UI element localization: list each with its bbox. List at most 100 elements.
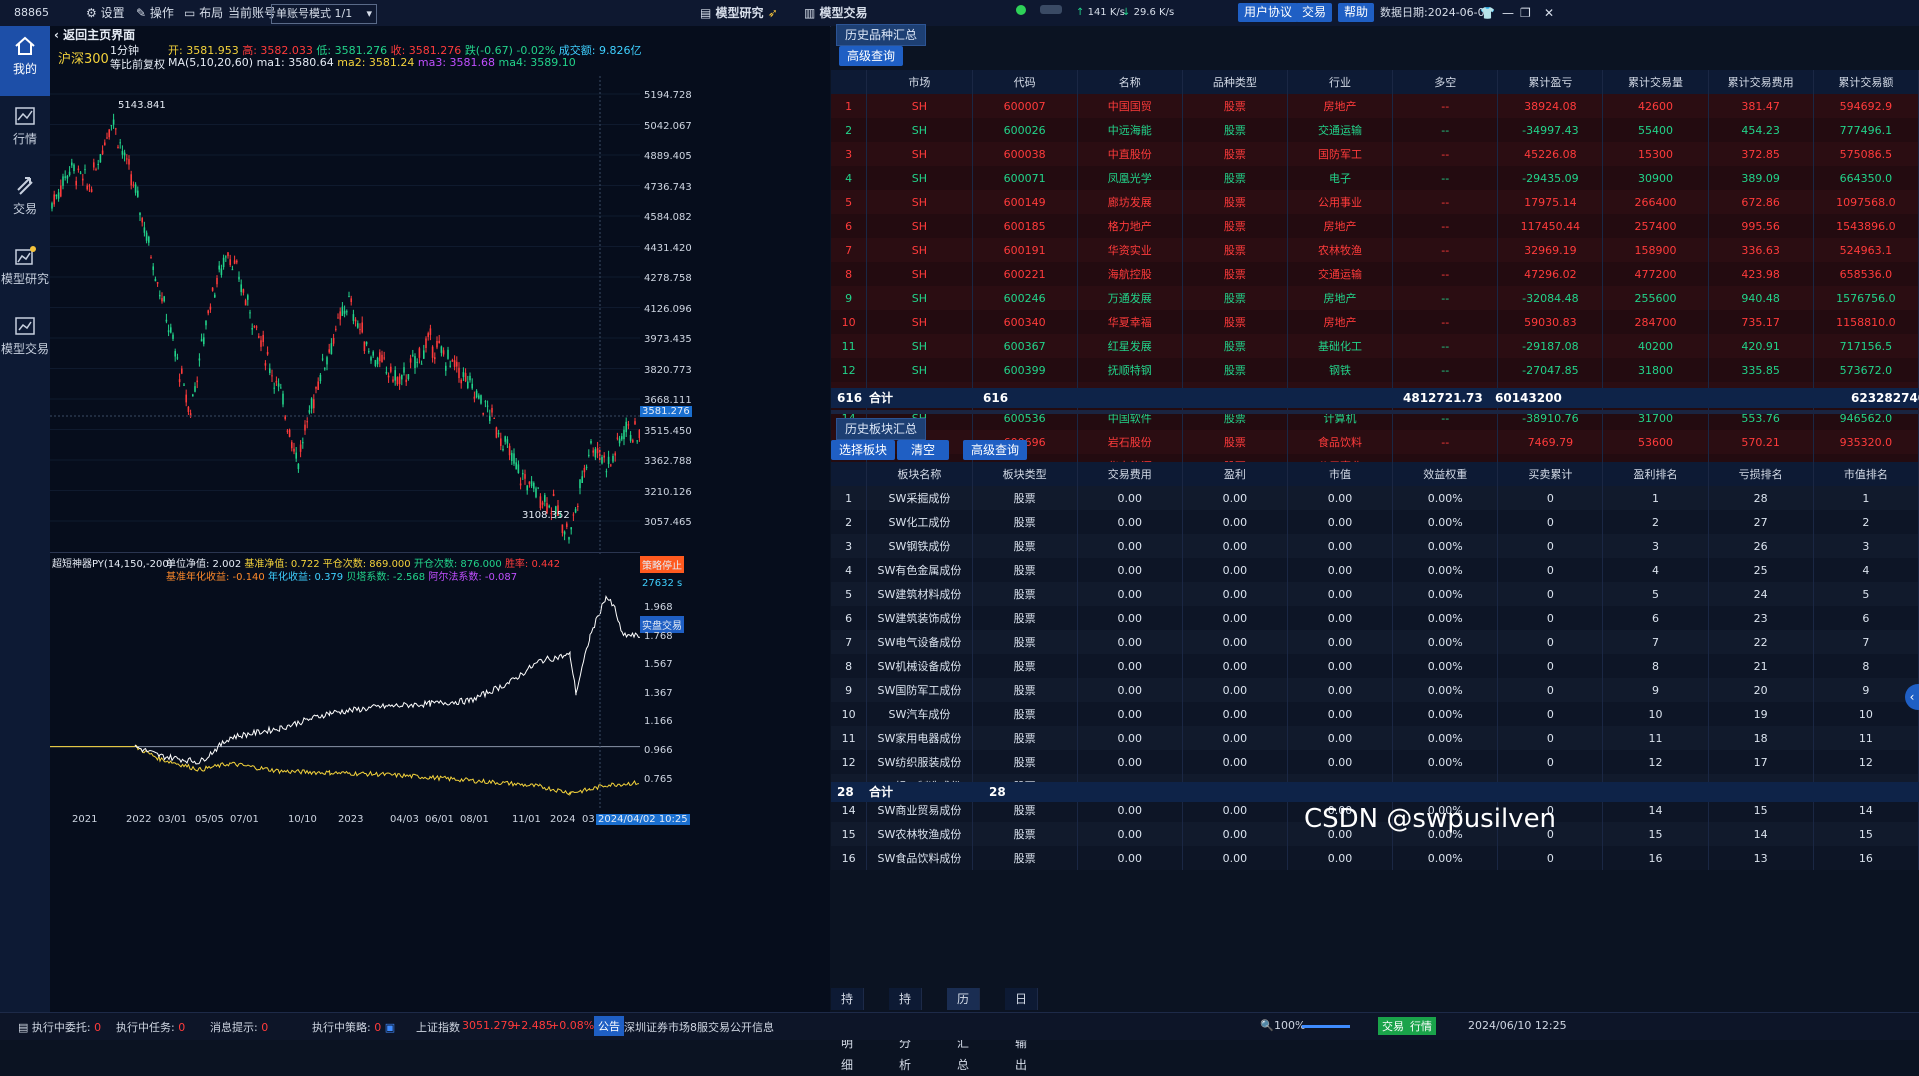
sidebar-item-trade[interactable]: 交易 — [0, 166, 50, 236]
tab-model-trade[interactable]: ▥ 模型交易 — [804, 4, 868, 22]
table-cell: 600399 — [972, 358, 1078, 382]
tab-position-detail[interactable]: 持仓明细 — [831, 988, 865, 1072]
sector-header-0[interactable] — [831, 462, 868, 486]
variety-header-10[interactable]: 累计交易额 — [1813, 70, 1919, 94]
table-row[interactable]: 4 SW有色金属成份 股票 0.00 0.00 0.00 0.00% 0 4 25 4 — [831, 558, 1919, 582]
table-cell: -- — [1392, 262, 1499, 286]
settings-menu[interactable]: ⚙ 设置 — [86, 4, 125, 22]
variety-header-8[interactable]: 累计交易量 — [1602, 70, 1709, 94]
sector-query-button[interactable]: 高级查询 — [963, 440, 1028, 460]
notice-text[interactable]: 深圳证券市场8服交易公开信息 — [624, 1019, 774, 1035]
table-row[interactable]: 2 SH 600026 中远海能 股票 交通运输 -- -34997.43 55400 454.2… — [831, 118, 1919, 142]
close-icon[interactable]: ✕ — [1544, 4, 1554, 22]
strategy-stop-button[interactable]: 策略停止 — [640, 556, 684, 573]
sector-header-3[interactable]: 交易费用 — [1077, 462, 1183, 486]
variety-header-9[interactable]: 累计交易费用 — [1708, 70, 1814, 94]
maximize-icon[interactable]: ❐ — [1520, 4, 1531, 22]
variety-header-2[interactable]: 代码 — [972, 70, 1078, 94]
table-row[interactable]: 3 SW钢铁成份 股票 0.00 0.00 0.00 0.00% 0 3 26 3 — [831, 534, 1919, 558]
table-cell: 股票 — [972, 678, 1078, 702]
sector-header-6[interactable]: 效益权重 — [1392, 462, 1499, 486]
candle-body — [348, 296, 350, 298]
account-mode-select[interactable]: 单账号模式 1/1 ▾ — [271, 4, 377, 24]
trade-button[interactable]: 交易 — [1296, 3, 1333, 22]
back-home-link[interactable]: ‹ 返回主页界面 — [54, 26, 135, 43]
variety-header-0[interactable] — [831, 70, 868, 94]
table-cell: SH — [866, 334, 973, 358]
table-row[interactable]: 4 SH 600071 凤凰光学 股票 电子 -- -29435.09 30900 389.09 6… — [831, 166, 1919, 190]
tab-position-analysis[interactable]: 持仓分析 — [889, 988, 923, 1072]
zoom-icon[interactable]: 🔍 — [1260, 1019, 1274, 1032]
zoom-slider[interactable] — [1302, 1025, 1350, 1028]
table-row[interactable]: 12 SH 600399 抚顺特钢 股票 钢铁 -- -27047.85 31800 335.85… — [831, 358, 1919, 382]
shirt-icon[interactable]: 👕 — [1480, 4, 1495, 22]
candle-body — [167, 330, 170, 333]
table-row[interactable]: 9 SW国防军工成份 股票 0.00 0.00 0.00 0.00% 0 9 20 9 — [831, 678, 1919, 702]
help-button[interactable]: 帮助 — [1338, 3, 1375, 22]
variety-header-5[interactable]: 行业 — [1287, 70, 1394, 94]
tab-sector-summary[interactable]: 历史板块汇总 — [836, 418, 927, 440]
table-row[interactable]: 8 SH 600221 海航控股 股票 交通运输 -- 47296.02 477200 423.9… — [831, 262, 1919, 286]
table-row[interactable]: 3 SH 600038 中直股份 股票 国防军工 -- 45226.08 15300 372.85… — [831, 142, 1919, 166]
table-row[interactable]: 11 SH 600367 红星发展 股票 基础化工 -- -29187.08 40200 420.… — [831, 334, 1919, 358]
variety-header-1[interactable]: 市场 — [866, 70, 973, 94]
operate-menu[interactable]: ✎ 操作 — [136, 4, 174, 22]
sidebar-item-model-trade[interactable]: 模型交易 — [0, 306, 50, 376]
user-agreement-button[interactable]: 用户协议 — [1238, 3, 1299, 22]
candle-body — [524, 474, 526, 479]
table-cell: 0 — [1497, 630, 1604, 654]
table-row[interactable]: 11 SW家用电器成份 股票 0.00 0.00 0.00 0.00% 0 11 18 11 — [831, 726, 1919, 750]
sector-header-1[interactable]: 板块名称 — [866, 462, 973, 486]
variety-query-button[interactable]: 高级查询 — [839, 46, 904, 66]
sector-header-9[interactable]: 亏损排名 — [1708, 462, 1814, 486]
sidebar-item-model-research[interactable]: 模型研究 — [0, 236, 50, 306]
equity-tick-label: 1.166 — [644, 716, 673, 728]
tab-history-summary[interactable]: 历史汇总 — [947, 988, 981, 1072]
tab-log-output[interactable]: 日志输出 — [1005, 988, 1039, 1072]
sector-header-7[interactable]: 买卖累计 — [1497, 462, 1604, 486]
table-row[interactable]: 7 SW电气设备成份 股票 0.00 0.00 0.00 0.00% 0 7 22 7 — [831, 630, 1919, 654]
select-sector-button[interactable]: 选择板块 — [831, 440, 896, 460]
table-row[interactable]: 7 SH 600191 华资实业 股票 农林牧渔 -- 32969.19 158900 336.6… — [831, 238, 1919, 262]
price-chart[interactable] — [50, 76, 640, 556]
variety-header-6[interactable]: 多空 — [1392, 70, 1499, 94]
equity-chart[interactable] — [50, 578, 640, 808]
variety-header-7[interactable]: 累计盈亏 — [1497, 70, 1604, 94]
table-cell: SH — [866, 190, 973, 214]
table-row[interactable]: 1 SH 600007 中国国贸 股票 房地产 -- 38924.08 42600 381.47 5… — [831, 94, 1919, 118]
sidebar-item-mine[interactable]: 我的 — [0, 26, 50, 96]
minimize-icon[interactable]: — — [1502, 4, 1514, 22]
sidebar-item-market[interactable]: 行情 — [0, 96, 50, 166]
sector-header-2[interactable]: 板块类型 — [972, 462, 1078, 486]
table-row[interactable]: 10 SH 600340 华夏幸福 股票 房地产 -- 59030.83 284700 735.1… — [831, 310, 1919, 334]
sector-header-8[interactable]: 盈利排名 — [1602, 462, 1709, 486]
table-row[interactable]: 5 SW建筑材料成份 股票 0.00 0.00 0.00 0.00% 0 5 24 5 — [831, 582, 1919, 606]
table-row[interactable]: 2 SW化工成份 股票 0.00 0.00 0.00 0.00% 0 2 27 2 — [831, 510, 1919, 534]
equity-tick-label: 0.765 — [644, 773, 673, 785]
table-row[interactable]: 12 SW纺织服装成份 股票 0.00 0.00 0.00 0.00% 0 12 17 12 — [831, 750, 1919, 774]
table-row[interactable]: 6 SH 600185 格力地产 股票 房地产 -- 117450.44 257400 995.5… — [831, 214, 1919, 238]
sector-header-5[interactable]: 市值 — [1287, 462, 1394, 486]
table-row[interactable]: 10 SW汽车成份 股票 0.00 0.00 0.00 0.00% 0 10 19 10 — [831, 702, 1919, 726]
candle-body — [330, 343, 333, 355]
table-row[interactable]: 6 SW建筑装饰成份 股票 0.00 0.00 0.00 0.00% 0 6 23 6 — [831, 606, 1919, 630]
trade-status-button[interactable]: 交易 — [1378, 1017, 1408, 1035]
table-row[interactable]: 16 SW食品饮料成份 股票 0.00 0.00 0.00 0.00% 0 16 13 16 — [831, 846, 1919, 870]
sector-header-4[interactable]: 盈利 — [1182, 462, 1288, 486]
tab-model-research[interactable]: ▤ 模型研究 ➶ — [700, 4, 778, 22]
market-status-button[interactable]: 行情 — [1406, 1017, 1436, 1035]
variety-header-4[interactable]: 品种类型 — [1182, 70, 1288, 94]
table-cell: 格力地产 — [1077, 214, 1183, 238]
table-row[interactable]: 5 SH 600149 廊坊发展 股票 公用事业 -- 17975.14 266400 672.8… — [831, 190, 1919, 214]
tab-variety-summary[interactable]: 历史品种汇总 — [836, 24, 927, 46]
horizontal-scrollbar[interactable] — [831, 410, 1919, 414]
variety-header-3[interactable]: 名称 — [1077, 70, 1183, 94]
table-cell: 0.00 — [1182, 486, 1288, 510]
sidebar-item-label: 行情 — [12, 132, 37, 146]
table-row[interactable]: 9 SH 600246 万通发展 股票 房地产 -- -32084.48 255600 940.4… — [831, 286, 1919, 310]
table-row[interactable]: 8 SW机械设备成份 股票 0.00 0.00 0.00 0.00% 0 8 21 8 — [831, 654, 1919, 678]
clear-button[interactable]: 清空 — [897, 440, 950, 460]
sector-header-10[interactable]: 市值排名 — [1813, 462, 1919, 486]
table-row[interactable]: 1 SW采掘成份 股票 0.00 0.00 0.00 0.00% 0 1 28 1 — [831, 486, 1919, 510]
layout-menu[interactable]: ▭ 布局 — [184, 4, 223, 22]
